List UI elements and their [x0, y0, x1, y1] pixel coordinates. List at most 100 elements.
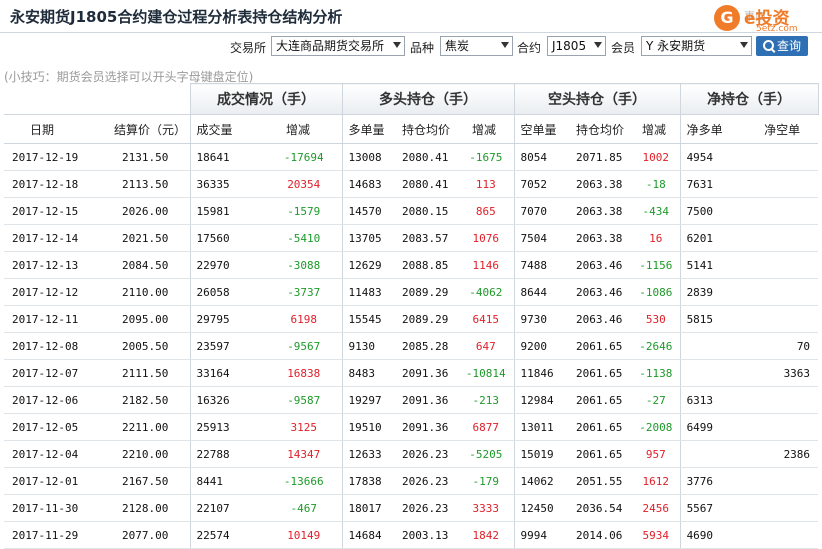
group-header-long: 多头持仓（手）: [341, 83, 515, 115]
cell-volume-change: 20354: [266, 170, 342, 198]
cell-short-qty: 9200: [513, 332, 571, 360]
cell-date: 2017-12-18: [4, 170, 100, 198]
cell-net-long: 5567: [679, 494, 743, 522]
cell-volume-change: -3737: [266, 278, 342, 306]
col-header-net-short: 净空单: [742, 114, 819, 144]
cell-short-qty: 12450: [513, 494, 571, 522]
cell-net-short: [742, 170, 819, 198]
cell-volume-change: -17694: [266, 143, 342, 171]
cell-long-qty: 19510: [341, 413, 396, 441]
cell-short-qty: 7504: [513, 224, 571, 252]
cell-net-short: 3363: [742, 359, 819, 387]
cell-net-long: 5815: [679, 305, 743, 333]
cell-volume-change: 14347: [266, 440, 342, 468]
cell-short-avg: 2063.38: [570, 224, 633, 252]
cell-volume: 16326: [189, 386, 266, 414]
table-row: 2017-12-01 2167.50 8441 -13666 17838 2026.23-…: [4, 467, 819, 495]
cell-long-qty: 9130: [341, 332, 396, 360]
cell-short-avg: 2061.65: [570, 332, 633, 360]
cell-short-avg: 2063.46: [570, 278, 633, 306]
col-header-long-qty: 多单量: [341, 114, 396, 144]
cell-net-long: [679, 359, 743, 387]
cell-volume-change: -467: [266, 494, 342, 522]
table-row: 2017-12-12 2110.00 26058 -3737 11483 2089.29-…: [4, 278, 819, 306]
cell-short-change: 16: [632, 224, 681, 252]
cell-short-qty: 9730: [513, 305, 571, 333]
cell-long-qty: 13705: [341, 224, 396, 252]
cell-net-long: 4954: [679, 143, 743, 171]
cell-short-avg: 2063.38: [570, 197, 633, 225]
cell-net-long: [679, 332, 743, 360]
cell-long-change: -10814: [458, 359, 515, 387]
cell-settle-price: 2005.50: [100, 332, 190, 360]
cell-volume: 8441: [189, 467, 266, 495]
cell-long-change: 1076: [458, 224, 515, 252]
cell-long-qty: 19297: [341, 386, 396, 414]
cell-long-change: 1146: [458, 251, 515, 279]
exchange-select[interactable]: 大连商品期货交易所: [271, 36, 405, 56]
cell-short-change: 530: [632, 305, 681, 333]
cell-date: 2017-12-04: [4, 440, 100, 468]
table-row: 2017-12-18 2113.50 36335 20354 14683 2080.41 1…: [4, 170, 819, 198]
cell-net-long: 6201: [679, 224, 743, 252]
cell-volume: 18641: [189, 143, 266, 171]
cell-short-qty: 15019: [513, 440, 571, 468]
cell-long-avg: 2026.23: [396, 467, 458, 495]
cell-short-qty: 8054: [513, 143, 571, 171]
cell-long-change: 6415: [458, 305, 515, 333]
cell-long-change: -4062: [458, 278, 515, 306]
cell-short-change: -18: [632, 170, 681, 198]
cell-volume: 17560: [189, 224, 266, 252]
cell-long-change: 1842: [458, 521, 515, 549]
cell-settle-price: 2110.00: [100, 278, 190, 306]
site-logo[interactable]: 事口 G e投资 5etz.com: [708, 2, 820, 36]
cell-volume: 22574: [189, 521, 266, 549]
group-header-short: 空头持仓（手）: [513, 83, 681, 115]
query-button[interactable]: 查询: [756, 36, 808, 56]
cell-short-qty: 8644: [513, 278, 571, 306]
cell-long-avg: 2003.13: [396, 521, 458, 549]
cell-long-avg: 2085.28: [396, 332, 458, 360]
cell-long-avg: 2083.57: [396, 224, 458, 252]
cell-short-change: -1156: [632, 251, 681, 279]
table-row: 2017-11-30 2128.00 22107 -467 18017 2026.23 33…: [4, 494, 819, 522]
cell-net-long: 7500: [679, 197, 743, 225]
cell-volume: 33164: [189, 359, 266, 387]
cell-net-short: [742, 305, 819, 333]
col-header-date: 日期: [4, 114, 100, 144]
variety-label: 品种: [410, 41, 435, 55]
cell-net-long: 3776: [679, 467, 743, 495]
exchange-select-value: 大连商品期货交易所: [276, 39, 385, 53]
cell-settle-price: 2131.50: [100, 143, 190, 171]
contract-select[interactable]: J1805: [547, 36, 606, 56]
cell-volume: 26058: [189, 278, 266, 306]
cell-short-change: -2008: [632, 413, 681, 441]
cell-net-long: 6499: [679, 413, 743, 441]
variety-select[interactable]: 焦炭: [440, 36, 513, 56]
cell-short-qty: 12984: [513, 386, 571, 414]
cell-short-change: 1612: [632, 467, 681, 495]
cell-short-avg: 2061.65: [570, 440, 633, 468]
col-header-short-change: 增减: [632, 114, 681, 144]
cell-long-change: -5205: [458, 440, 515, 468]
cell-net-short: [742, 224, 819, 252]
cell-long-qty: 11483: [341, 278, 396, 306]
cell-volume-change: 16838: [266, 359, 342, 387]
table-row: 2017-12-19 2131.50 18641 -17694 13008 2080.41…: [4, 143, 819, 171]
cell-volume: 25913: [189, 413, 266, 441]
page-title: 永安期货J1805合约建仓过程分析表持仓结构分析: [10, 8, 343, 26]
member-select[interactable]: Y 永安期货: [641, 36, 752, 56]
position-table: 成交情况（手） 多头持仓（手） 空头持仓（手） 净持仓（手） 日期 结算价（元）…: [4, 83, 819, 549]
cell-long-qty: 12633: [341, 440, 396, 468]
cell-short-change: 957: [632, 440, 681, 468]
cell-settle-price: 2021.50: [100, 224, 190, 252]
cell-long-qty: 17838: [341, 467, 396, 495]
contract-label: 合约: [517, 41, 542, 55]
cell-long-change: 6877: [458, 413, 515, 441]
cell-volume: 22970: [189, 251, 266, 279]
cell-long-avg: 2080.41: [396, 143, 458, 171]
group-header-net: 净持仓（手）: [679, 83, 819, 115]
cell-settle-price: 2111.50: [100, 359, 190, 387]
cell-net-short: [742, 197, 819, 225]
cell-short-avg: 2061.65: [570, 359, 633, 387]
